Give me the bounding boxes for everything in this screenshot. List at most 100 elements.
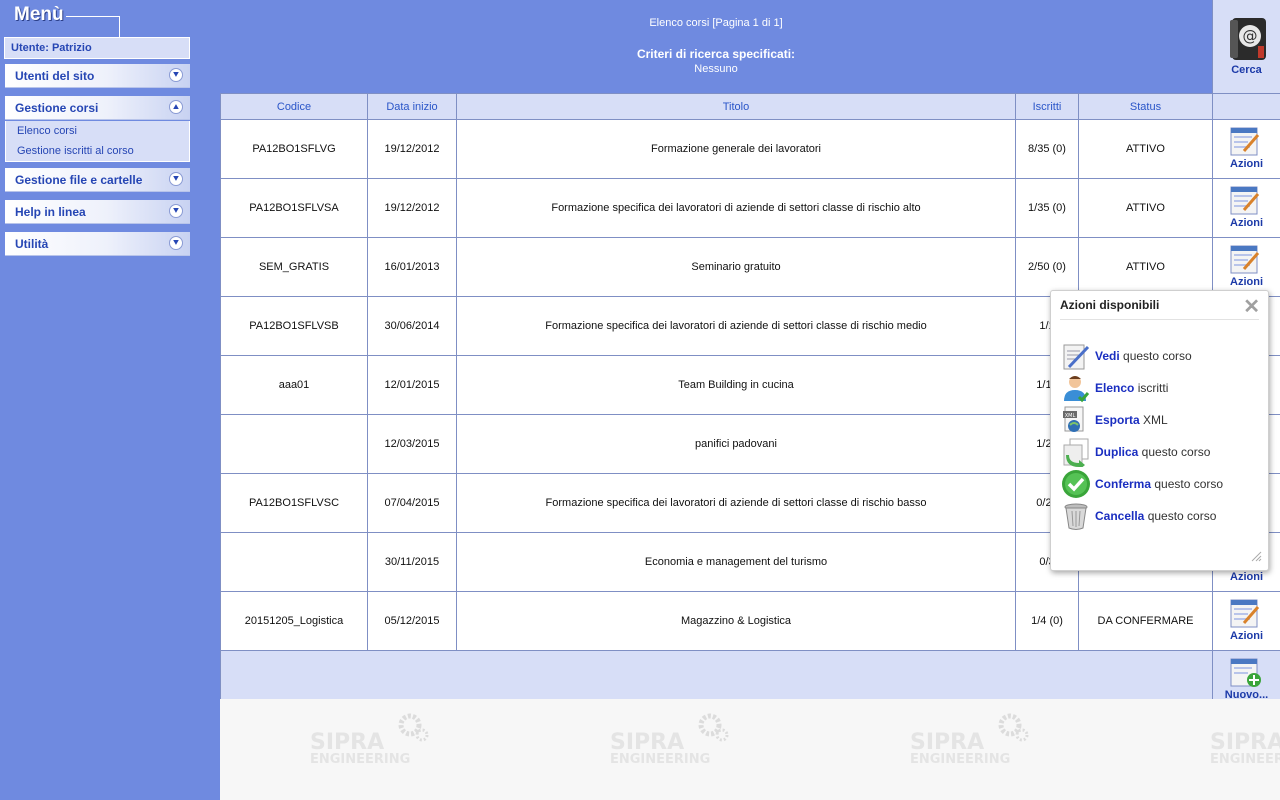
submenu-item-elenco-corsi[interactable]: Elenco corsi [17,125,77,137]
actions-label: Azioni [1230,158,1263,170]
new-document-icon[interactable] [1230,656,1262,688]
trash-icon[interactable] [1061,501,1091,531]
chevron-down-icon[interactable]: ⯆ [169,172,183,186]
cell-titolo: Formazione specifica dei lavoratori di a… [456,296,1016,356]
popup-action-rest: questo corso [1151,477,1224,491]
cell-iscritti: 8/35 (0) [1015,119,1079,179]
popup-action-label[interactable]: Esporta XML [1095,413,1168,427]
popup-title: Azioni disponibili [1060,298,1160,312]
column-header-codice[interactable]: Codice [220,93,368,120]
popup-action-rest: questo corso [1138,445,1211,459]
column-header-data-inizio[interactable]: Data inizio [367,93,457,120]
search-button[interactable]: @ Cerca [1212,0,1280,93]
address-book-icon[interactable]: @ [1228,16,1268,62]
page-title: Elenco corsi [Pagina 1 di 1] [649,17,783,29]
column-header-titolo[interactable]: Titolo [456,93,1016,120]
edit-icon[interactable] [1230,125,1262,157]
xml-icon[interactable]: XML [1061,405,1091,435]
chevron-up-icon[interactable]: ⯅ [169,100,183,114]
popup-action-cancella[interactable]: Cancella questo corso [1061,501,1261,531]
cell-iscritti: 1/4 (0) [1015,591,1079,651]
popup-divider [1060,319,1259,320]
actions-label: Azioni [1230,571,1263,583]
table-row: 20151205_Logistica 05/12/2015 Magazzino & … [220,591,1280,651]
chevron-down-icon[interactable]: ⯆ [169,204,183,218]
watermark-subtext: ENGINEERING [310,752,410,767]
cell-codice: PA12BO1SFLVSC [220,473,368,533]
popup-action-verb[interactable]: Cancella [1095,509,1144,523]
column-header-actions [1212,93,1280,120]
cell-data-inizio: 19/12/2012 [367,119,457,179]
popup-action-label[interactable]: Conferma questo corso [1095,477,1223,491]
view-icon[interactable] [1061,341,1091,371]
popup-action-elenco[interactable]: Elenco iscritti [1061,373,1261,403]
popup-action-label[interactable]: Vedi questo corso [1095,349,1192,363]
edit-icon[interactable] [1230,184,1262,216]
duplicate-icon[interactable] [1061,437,1091,467]
actions-button[interactable]: Azioni [1212,119,1280,179]
cell-data-inizio: 30/06/2014 [367,296,457,356]
menu-section-gestione-corsi[interactable]: Gestione corsi ⯅ [5,96,190,120]
table-row: SEM_GRATIS 16/01/2013 Seminario gratuito 2/… [220,237,1280,297]
check-icon[interactable] [1061,469,1091,499]
popup-action-rest: iscritti [1134,381,1169,395]
chevron-down-icon[interactable]: ⯆ [169,68,183,82]
popup-action-esporta[interactable]: XML Esporta XML [1061,405,1261,435]
submenu-gestione-corsi: Elenco corsi Gestione iscritti al corso [5,121,190,162]
popup-action-label[interactable]: Cancella questo corso [1095,509,1216,523]
watermark-subtext: ENGINEERING [910,752,1010,767]
cell-titolo: Team Building in cucina [456,355,1016,415]
watermark-subtext: ENGINEERING [610,752,710,767]
menu-section-utilita[interactable]: Utilità ⯆ [5,232,190,256]
company-watermark-logo: SIPRAENGINEERING [910,711,1040,771]
cell-titolo: Magazzino & Logistica [456,591,1016,651]
cell-codice: SEM_GRATIS [220,237,368,297]
cell-codice: PA12BO1SFLVSA [220,178,368,238]
cell-data-inizio: 12/01/2015 [367,355,457,415]
popup-action-verb[interactable]: Esporta [1095,413,1140,427]
popup-action-label[interactable]: Elenco iscritti [1095,381,1168,395]
cell-codice: 20151205_Logistica [220,591,368,651]
column-header-status[interactable]: Status [1078,93,1213,120]
cell-codice: aaa01 [220,355,368,415]
close-icon[interactable]: ✕ [1243,294,1260,319]
edit-icon[interactable] [1230,243,1262,275]
table-header-row: Codice Data inizio Titolo Iscritti Statu… [220,93,1280,120]
resize-grip-icon[interactable] [1250,550,1262,562]
cell-titolo: Formazione specifica dei lavoratori di a… [456,473,1016,533]
user-icon[interactable] [1061,373,1091,403]
popup-action-duplica[interactable]: Duplica questo corso [1061,437,1261,467]
column-header-iscritti[interactable]: Iscritti [1015,93,1079,120]
cell-data-inizio: 16/01/2013 [367,237,457,297]
popup-action-verb[interactable]: Elenco [1095,381,1134,395]
popup-action-verb[interactable]: Vedi [1095,349,1120,363]
chevron-down-icon[interactable]: ⯆ [169,236,183,250]
popup-action-verb[interactable]: Conferma [1095,477,1151,491]
menu-section-help[interactable]: Help in linea ⯆ [5,200,190,224]
menu-section-file-cartelle[interactable]: Gestione file e cartelle ⯆ [5,168,190,192]
cell-titolo: Economia e management del turismo [456,532,1016,592]
menu-section-label: Utilità [15,237,49,251]
popup-action-label[interactable]: Duplica questo corso [1095,445,1210,459]
menu-title: Menù [14,4,64,25]
actions-button[interactable]: Azioni [1212,591,1280,651]
submenu-item-gestione-iscritti[interactable]: Gestione iscritti al corso [17,145,134,157]
menu-section-label: Gestione corsi [15,101,99,115]
cell-iscritti: 2/50 (0) [1015,237,1079,297]
edit-icon[interactable] [1230,597,1262,629]
company-watermark-logo: SIPRAENGINEERING [610,711,740,771]
actions-button[interactable]: Azioni [1212,237,1280,297]
sidebar: Menù Utente: Patrizio Utenti del sito ⯆ … [0,0,220,800]
watermark-subtext: ENGINEERING [1210,752,1280,767]
actions-button[interactable]: Azioni [1212,178,1280,238]
popup-action-verb[interactable]: Duplica [1095,445,1138,459]
popup-action-vedi[interactable]: Vedi questo corso [1061,341,1261,371]
popup-action-rest: questo corso [1119,349,1192,363]
popup-action-conferma[interactable]: Conferma questo corso [1061,469,1261,499]
cell-titolo: panifici padovani [456,414,1016,474]
cell-titolo: Formazione specifica dei lavoratori di a… [456,178,1016,238]
search-criteria-label: Criteri di ricerca specificati: [636,47,796,61]
cell-status: ATTIVO [1078,178,1213,238]
menu-section-utenti[interactable]: Utenti del sito ⯆ [5,64,190,88]
menu-section-label: Help in linea [15,205,86,219]
